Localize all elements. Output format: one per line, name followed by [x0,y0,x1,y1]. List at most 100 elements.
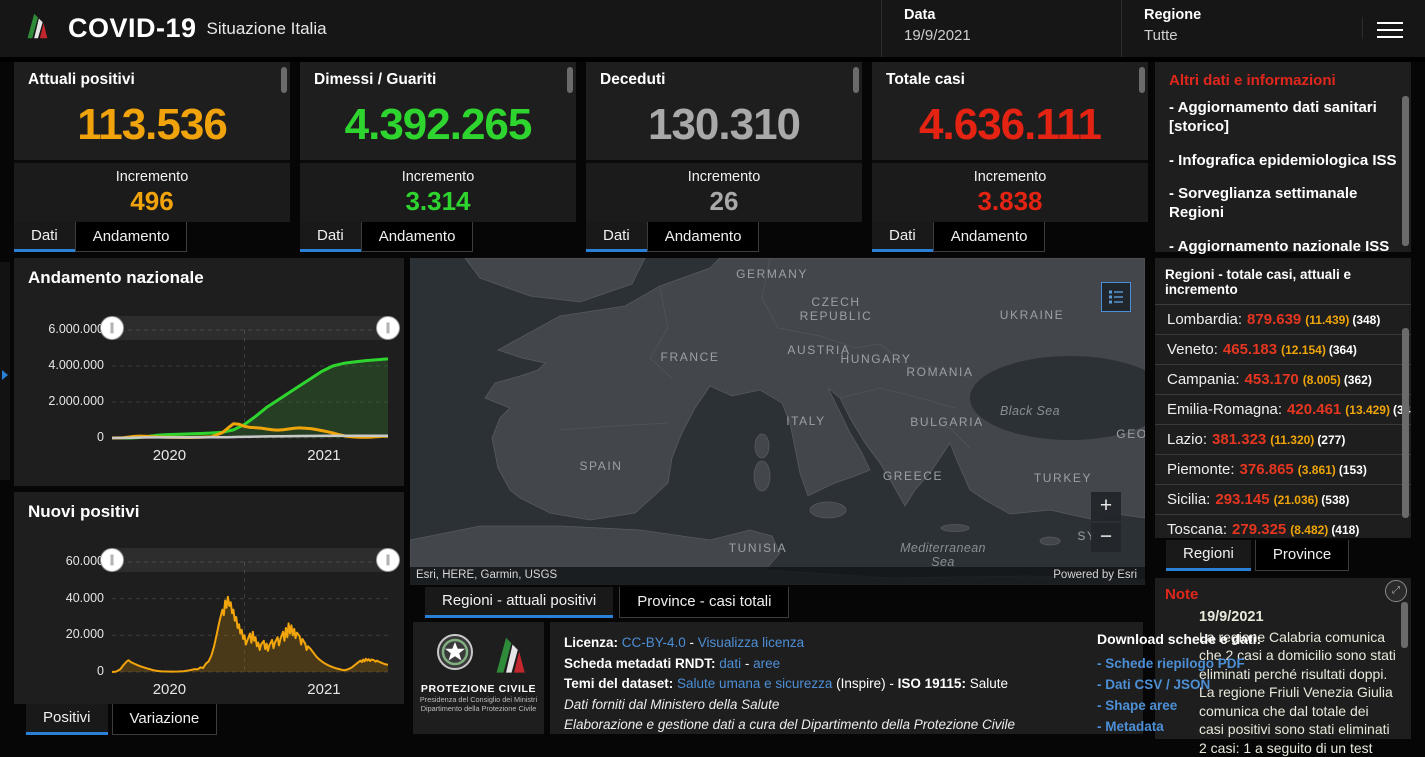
license-panel: Licenza: CC-BY-4.0 - Visualizza licenzaS… [550,622,1143,734]
tab-regioni[interactable]: Regioni [1166,540,1251,571]
scrollbar-thumb[interactable] [1139,67,1145,93]
scrollbar-thumb[interactable] [281,67,287,93]
collapsed-panel-toggle[interactable] [0,262,10,480]
map-tab-bar: Regioni - attuali positiviProvince - cas… [425,587,789,618]
range-slider-handle-right[interactable]: ∥ [376,548,400,572]
tab-andamento[interactable]: Andamento [647,222,760,252]
license-segment[interactable]: dati [719,656,741,671]
map-label-hungary: HUNGARY [841,352,912,366]
download-link-schede-riepilogo-pdf[interactable]: - Schede riepilogo PDF [1097,654,1275,675]
range-slider-handle-left[interactable]: ∥ [100,548,124,572]
tab-andamento[interactable]: Andamento [75,222,188,252]
region-selector[interactable]: Regione Tutte [1121,0,1366,57]
map-label-romania: ROMANIA [906,365,973,379]
range-slider-handle-right[interactable]: ∥ [376,316,400,340]
slider-track[interactable] [112,548,388,572]
info-link-infografica-epidemiologica-iss[interactable]: - Infografica epidemiologica ISS [1169,152,1397,171]
card-tab-bar-deceduti: DatiAndamento [586,222,862,252]
tab-variazione[interactable]: Variazione [112,704,218,735]
map-tab-province-casi-totali[interactable]: Province - casi totali [619,587,789,618]
stat-card-attuali-positivi: Attuali positivi113.536Incremento496 [14,62,290,222]
scrollbar-thumb[interactable] [853,67,859,93]
region-attuali: (13.429) [1345,403,1390,417]
y-axis-tick-label: 20.000 [18,627,104,641]
download-link-metadata[interactable]: - Metadata [1097,717,1275,738]
national-trend-plot[interactable]: 02.000.0004.000.0006.000.00020202021∥∥ [112,330,388,438]
info-link-aggiornamento-nazionale-iss[interactable]: - Aggiornamento nazionale ISS [1169,238,1397,257]
region-increment: (348) [1352,313,1380,327]
stat-cards-row: Attuali positivi113.536Incremento496Dati… [14,62,1148,252]
y-axis-tick-label: 0 [18,430,104,444]
info-link-sorveglianza-settimanale-regioni[interactable]: - Sorveglianza settimanale Regioni [1169,185,1397,223]
license-segment: - [686,635,698,650]
license-segment[interactable]: aree [753,656,780,671]
region-row-lombardia[interactable]: Lombardia:879.639(11.439)(348) [1155,305,1411,335]
scrollbar-thumb[interactable] [567,67,573,93]
regions-list-panel: Regioni - totale casi, attuali e increme… [1155,258,1411,538]
page-title: COVID-19 [68,13,197,44]
expand-icon[interactable]: ⤢ [1385,580,1407,602]
tab-dati[interactable]: Dati [300,222,361,252]
card-title: Totale casi [886,71,965,88]
download-title: Download schede e dati: [1097,629,1275,650]
region-increment: (277) [1317,433,1345,447]
region-increment: (362) [1344,373,1372,387]
tab-dati[interactable]: Dati [872,222,933,252]
info-link-aggiornamento-dati-sanitari-storico[interactable]: - Aggiornamento dati sanitari [storico] [1169,99,1397,137]
new-positives-plot[interactable]: 020.00040.00060.00020202021∥∥ [112,562,388,672]
card-value: 4.392.265 [300,89,576,160]
x-axis-tick-label: 2020 [153,681,186,698]
note-date: 19/9/2021 [1199,609,1397,625]
tab-dati[interactable]: Dati [14,222,75,252]
stat-card-slot-attuali-positivi: Attuali positivi113.536Incremento496Dati… [14,62,290,252]
download-link-dati-csv-json[interactable]: - Dati CSV / JSON [1097,675,1275,696]
note-title: Note [1165,586,1397,603]
region-name: Sicilia: [1167,491,1210,508]
map-label-france: FRANCE [661,350,720,364]
tab-andamento[interactable]: Andamento [933,222,1046,252]
download-link-shape-aree[interactable]: - Shape aree [1097,696,1275,717]
org-name: PROTEZIONE CIVILE [413,683,544,695]
region-total: 420.461 [1287,401,1341,418]
region-name: Piemonte: [1167,461,1235,478]
menu-icon[interactable] [1362,17,1407,39]
stat-card-dimessi-guariti: Dimessi / Guariti4.392.265Incremento3.31… [300,62,576,222]
map-label-geo: GEO [1116,427,1145,441]
europe-map[interactable]: GERMANYCZECH REPUBLICUKRAINEAUSTRIAHUNGA… [410,258,1145,585]
tab-province[interactable]: Province [1255,540,1349,571]
card-title: Attuali positivi [28,71,135,88]
region-label: Regione [1144,7,1366,23]
zoom-out-button[interactable]: − [1091,523,1121,552]
tab-dati[interactable]: Dati [586,222,647,252]
map-label-bulgaria: BULGARIA [910,415,984,429]
layer-list-icon[interactable] [1101,282,1131,312]
x-axis-tick-label: 2020 [153,447,186,464]
region-row-emilia-romagna[interactable]: Emilia-Romagna:420.461(13.429)(343) [1155,395,1411,425]
y-axis-tick-label: 60.000 [18,554,104,568]
range-slider-handle-left[interactable]: ∥ [100,316,124,340]
license-segment[interactable]: Visualizza licenza [698,635,804,650]
license-segment[interactable]: CC-BY-4.0 [622,635,686,650]
license-segment[interactable]: Salute umana e sicurezza [677,676,832,691]
region-increment: (538) [1321,493,1349,507]
card-title: Deceduti [600,71,665,88]
date-selector[interactable]: Data 19/9/2021 [881,0,1121,57]
card-increment-label: Incremento [14,169,290,185]
slider-track[interactable] [112,316,388,340]
scrollbar-thumb[interactable] [1402,96,1409,246]
stat-card-slot-totale-casi: Totale casi4.636.111Incremento3.838DatiA… [872,62,1148,252]
region-row-veneto[interactable]: Veneto:465.183(12.154)(364) [1155,335,1411,365]
region-row-lazio[interactable]: Lazio:381.323(11.320)(277) [1155,425,1411,455]
map-label-greece: GREECE [883,469,943,483]
region-row-sicilia[interactable]: Sicilia:293.145(21.036)(538) [1155,485,1411,515]
region-row-piemonte[interactable]: Piemonte:376.865(3.861)(153) [1155,455,1411,485]
scrollbar-thumb[interactable] [1401,602,1408,648]
region-row-campania[interactable]: Campania:453.170(8.005)(362) [1155,365,1411,395]
y-axis-tick-label: 0 [18,664,104,678]
map-tab-regioni-attuali-positivi[interactable]: Regioni - attuali positivi [425,587,613,618]
scrollbar-thumb[interactable] [1402,328,1409,518]
zoom-in-button[interactable]: + [1091,492,1121,521]
tab-positivi[interactable]: Positivi [26,704,108,735]
region-row-toscana[interactable]: Toscana:279.325(8.482)(418) [1155,515,1411,538]
tab-andamento[interactable]: Andamento [361,222,474,252]
